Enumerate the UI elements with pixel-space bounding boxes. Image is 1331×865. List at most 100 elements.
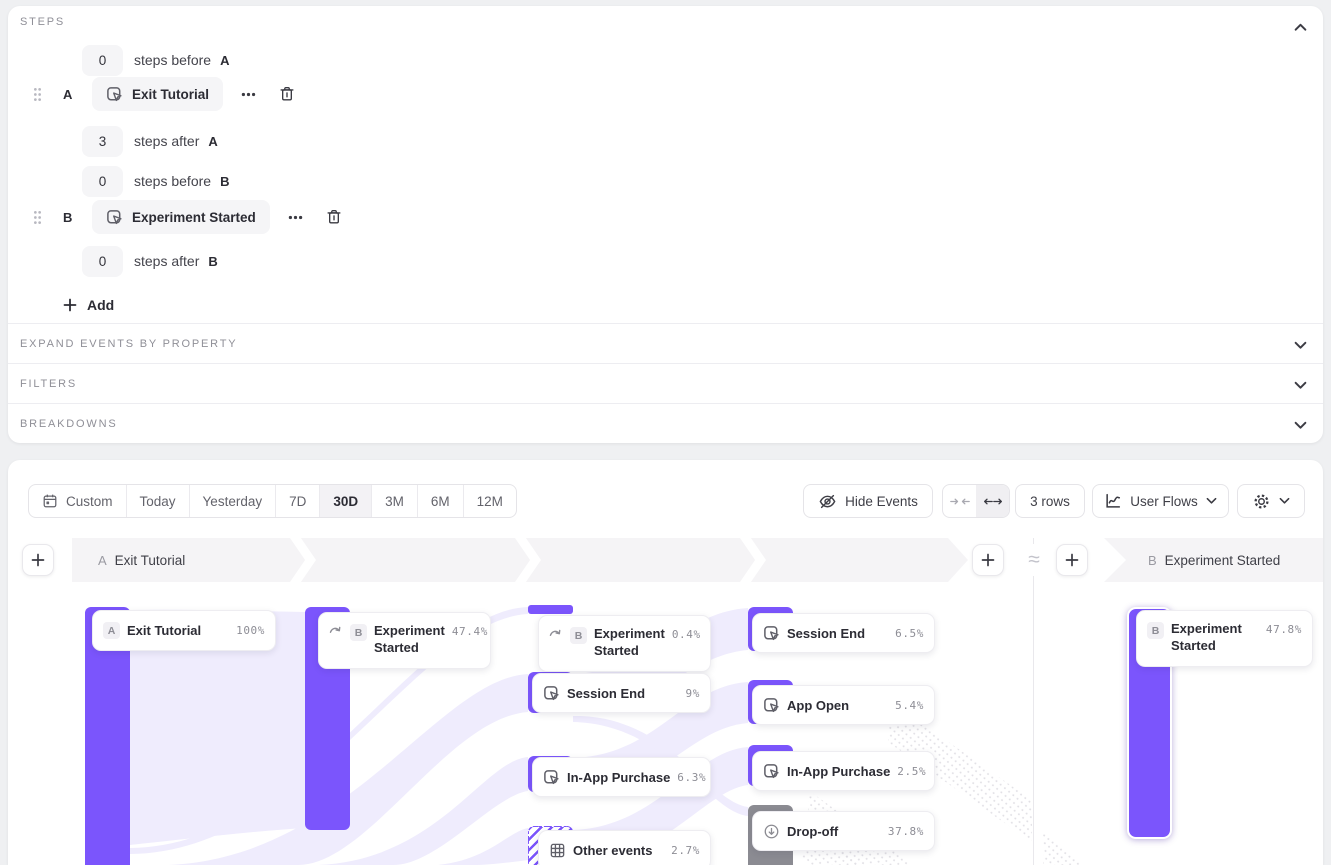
section-label: FILTERS — [20, 378, 77, 390]
more-options-icon[interactable] — [240, 86, 257, 103]
event-cursor-icon — [106, 209, 123, 226]
flow-node-experiment-started-step2[interactable]: B Experiment Started 0.4% — [538, 615, 711, 672]
flow-node-session-end-step3[interactable]: Session End 6.5% — [752, 613, 935, 653]
section-chevron-down-icon[interactable] — [1291, 416, 1309, 434]
flow-break-symbol: ≈ — [1018, 544, 1050, 576]
delete-step-icon[interactable] — [278, 85, 296, 103]
flow-report-panel: Custom Today Yesterday 7D 30D 3M 6M 12M … — [8, 460, 1323, 865]
collapse-columns-button[interactable] — [943, 485, 976, 517]
settings-dropdown[interactable] — [1237, 484, 1305, 518]
hide-events-label: Hide Events — [845, 494, 918, 509]
date-range-6m[interactable]: 6M — [417, 485, 463, 517]
date-range-3m[interactable]: 3M — [371, 485, 417, 517]
steps-after-label: steps after — [134, 133, 199, 149]
rows-count-button[interactable]: 3 rows — [1015, 484, 1085, 518]
rows-count-label: 3 rows — [1030, 494, 1070, 509]
plus-icon — [63, 298, 77, 312]
node-percent: 6.3% — [677, 771, 706, 784]
section-chevron-down-icon[interactable] — [1291, 376, 1309, 394]
more-options-icon[interactable] — [287, 209, 304, 226]
column-step-label: Exit Tutorial — [115, 553, 186, 568]
flow-node-app-open[interactable]: App Open 5.4% — [752, 685, 935, 725]
date-range-30d[interactable]: 30D — [319, 485, 371, 517]
expand-columns-button[interactable] — [976, 485, 1009, 517]
node-percent: 6.5% — [895, 627, 924, 640]
section-label: EXPAND EVENTS BY PROPERTY — [20, 338, 237, 350]
node-percent: 37.8% — [888, 825, 924, 838]
date-range-label: 30D — [333, 494, 358, 509]
node-name: App Open — [787, 698, 849, 713]
date-range-today[interactable]: Today — [126, 485, 189, 517]
node-percent: 47.8% — [1266, 623, 1302, 636]
chevron-down-icon — [1279, 497, 1290, 505]
steps-before-label: steps before — [134, 173, 211, 189]
steps-before-b-row: 0 steps before B — [82, 164, 229, 198]
add-step-button[interactable]: Add — [63, 288, 114, 322]
add-step-label: Add — [87, 297, 114, 313]
delete-step-icon[interactable] — [325, 208, 343, 226]
step-chip-b: B — [1147, 622, 1164, 639]
node-name: Session End — [787, 626, 865, 641]
section-breakdowns[interactable]: BREAKDOWNS — [8, 403, 1323, 443]
date-range-yesterday[interactable]: Yesterday — [189, 485, 276, 517]
steps-after-a-input[interactable]: 3 — [82, 126, 123, 157]
steps-before-a-row: 0 steps before A — [82, 43, 229, 77]
flow-node-session-end-step2[interactable]: Session End 9% — [532, 673, 711, 713]
section-expand-events-by-property[interactable]: EXPAND EVENTS BY PROPERTY — [8, 323, 1323, 363]
event-name: Exit Tutorial — [132, 87, 209, 102]
calendar-icon — [42, 493, 58, 509]
date-range-label: 12M — [477, 494, 503, 509]
grid-icon — [549, 842, 566, 859]
steps-before-b-input[interactable]: 0 — [82, 166, 123, 197]
flow-node-experiment-started-step1[interactable]: B Experiment Started 47.4% — [318, 612, 491, 669]
date-range-label: 7D — [289, 494, 306, 509]
steps-before-a-input[interactable]: 0 — [82, 45, 123, 76]
date-range-7d[interactable]: 7D — [275, 485, 319, 517]
event-pill-exit-tutorial[interactable]: Exit Tutorial — [92, 77, 223, 111]
node-name: In-App Purchase — [567, 770, 670, 785]
flow-node-in-app-purchase-step2[interactable]: In-App Purchase 6.3% — [532, 757, 711, 797]
node-name: Session End — [567, 686, 645, 701]
step-chip-b: B — [570, 627, 587, 644]
add-step-mid-left-button[interactable] — [972, 544, 1004, 576]
step-b-row: B Experiment Started — [33, 200, 343, 234]
view-type-dropdown[interactable]: User Flows — [1092, 484, 1229, 518]
steps-after-b-row: 0 steps after B — [82, 244, 218, 278]
step-chip-a: A — [103, 622, 120, 639]
drag-handle-icon[interactable] — [33, 87, 43, 102]
section-filters[interactable]: FILTERS — [8, 363, 1323, 403]
plus-icon — [981, 553, 995, 567]
date-range-group: Custom Today Yesterday 7D 30D 3M 6M 12M — [28, 484, 517, 518]
step-a-row: A Exit Tutorial — [33, 77, 296, 111]
steps-after-b-input[interactable]: 0 — [82, 246, 123, 277]
node-name: Experiment Started — [374, 623, 445, 657]
event-cursor-icon — [106, 86, 123, 103]
flow-node-exit-tutorial[interactable]: A Exit Tutorial 100% — [92, 610, 276, 651]
date-range-label: 3M — [385, 494, 404, 509]
flow-node-other-events[interactable]: Other events 2.7% — [538, 830, 711, 865]
event-pill-experiment-started[interactable]: Experiment Started — [92, 200, 270, 234]
steps-section-title: STEPS — [20, 16, 65, 28]
steps-collapse-chevron-up-icon[interactable] — [1291, 18, 1309, 36]
step-chip-b: B — [350, 624, 367, 641]
flow-node-drop-off[interactable]: Drop-off 37.8% — [752, 811, 935, 851]
add-step-mid-right-button[interactable] — [1056, 544, 1088, 576]
node-percent: 0.4% — [672, 628, 701, 641]
gear-icon — [1252, 492, 1271, 511]
node-percent: 2.7% — [671, 844, 700, 857]
flow-node-in-app-purchase-step3[interactable]: In-App Purchase 2.5% — [752, 751, 935, 791]
plus-icon — [1065, 553, 1079, 567]
event-name: Experiment Started — [132, 210, 256, 225]
chevron-down-icon — [1206, 497, 1217, 505]
flow-bar-experiment-started-step2[interactable] — [528, 605, 573, 614]
flow-node-experiment-started-b[interactable]: B Experiment Started 47.8% — [1136, 610, 1313, 667]
hide-events-button[interactable]: Hide Events — [803, 484, 933, 518]
add-step-before-button[interactable] — [22, 544, 54, 576]
date-range-custom[interactable]: Custom — [29, 485, 126, 517]
date-range-12m[interactable]: 12M — [463, 485, 516, 517]
drag-handle-icon[interactable] — [33, 210, 43, 225]
node-percent: 2.5% — [897, 765, 926, 778]
section-chevron-down-icon[interactable] — [1291, 336, 1309, 354]
node-percent: 5.4% — [895, 699, 924, 712]
analytics-app: { "steps_panel": { "title": "STEPS", "ro… — [0, 0, 1331, 865]
